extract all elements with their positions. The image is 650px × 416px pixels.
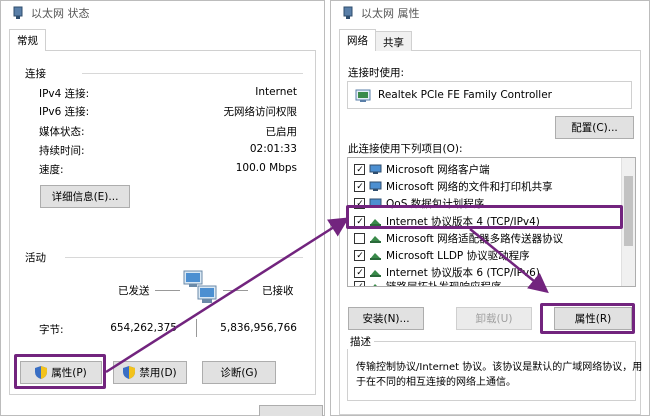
network-adapter-icon <box>343 6 353 19</box>
list-item-label: Microsoft 网络适配器多路传送器协议 <box>386 233 564 245</box>
network-card-icon <box>355 89 371 102</box>
network-client-icon <box>369 164 382 174</box>
list-item-label: QoS 数据包计划程序 <box>386 198 485 210</box>
protocol-icon <box>370 253 381 260</box>
bytes-separator <box>196 319 197 337</box>
network-service-icon <box>369 181 382 191</box>
protocol-icon <box>373 284 377 286</box>
protocol-icon <box>370 219 381 226</box>
sent-line <box>155 290 180 291</box>
list-item[interactable]: 链路层拓扑发现响应程序 <box>354 278 502 287</box>
checkbox[interactable] <box>354 198 365 209</box>
status-properties-label: 属性(P) <box>51 367 87 379</box>
list-item-label: Microsoft 网络的文件和打印机共享 <box>386 181 553 193</box>
diagnose-button[interactable]: 诊断(G) <box>202 361 276 384</box>
protocol-icon <box>370 270 381 277</box>
computers-icon <box>183 270 217 303</box>
bytes-received-value: 5,836,956,766 <box>220 322 297 334</box>
configure-button[interactable]: 配置(C)... <box>555 116 634 139</box>
ipv6-label: IPv6 连接: <box>39 106 90 118</box>
details-button[interactable]: 详细信息(E)... <box>40 185 130 208</box>
adapter-name: Realtek PCIe FE Family Controller <box>378 89 552 101</box>
tab-strip: 网络 共享 <box>339 29 641 52</box>
window-title: 以太网 属性 <box>361 7 420 20</box>
bytes-sent-value: 654,262,375 <box>110 322 177 334</box>
shield-icon <box>123 366 136 379</box>
divider <box>65 257 303 258</box>
checkbox[interactable] <box>354 164 365 175</box>
speed-value: 100.0 Mbps <box>235 162 297 174</box>
list-item-label: 链路层拓扑发现响应程序 <box>386 281 502 287</box>
list-item[interactable]: Microsoft 网络适配器多路传送器协议 <box>354 230 563 247</box>
description-group: 描述 传输控制协议/Internet 协议。该协议是默认的广域网络协议，用 于在… <box>347 334 642 401</box>
checkbox[interactable] <box>354 281 365 286</box>
disable-label: 禁用(D) <box>139 367 177 379</box>
adapter-box: Realtek PCIe FE Family Controller <box>347 81 632 109</box>
list-item-label: Internet 协议版本 4 (TCP/IPv4) <box>386 216 540 228</box>
items-label: 此连接使用下列项目(O): <box>348 143 463 155</box>
description-heading: 描述 <box>347 334 374 349</box>
checkbox[interactable] <box>354 267 365 278</box>
description-text-line-2: 于在不同的相互连接的网络上通信。 <box>356 377 516 388</box>
list-item-selected[interactable]: Internet 协议版本 4 (TCP/IPv4) <box>354 213 540 230</box>
network-service-icon <box>369 198 382 208</box>
general-panel: 连接 IPv4 连接: Internet IPv6 连接: 无网络访问权限 媒体… <box>9 51 316 395</box>
bytes-label: 字节: <box>39 324 64 336</box>
checkbox[interactable] <box>354 216 365 227</box>
properties-window: 以太网 属性 网络 共享 连接时使用: Realtek PCIe FE Fami… <box>330 0 650 416</box>
ipv6-value: 无网络访问权限 <box>223 106 298 118</box>
close-button-partial[interactable] <box>259 405 323 416</box>
list-item[interactable]: QoS 数据包计划程序 <box>354 195 484 212</box>
media-state-label: 媒体状态: <box>39 126 85 138</box>
tab-general[interactable]: 常规 <box>9 29 46 52</box>
activity-heading: 活动 <box>25 252 46 264</box>
tab-strip: 常规 <box>9 29 316 52</box>
checkbox[interactable] <box>354 250 365 261</box>
list-scrollbar[interactable] <box>621 158 635 286</box>
disable-button[interactable]: 禁用(D) <box>113 361 187 384</box>
speed-label: 速度: <box>39 164 64 176</box>
properties-titlebar[interactable]: 以太网 属性 <box>331 1 649 25</box>
ipv4-value: Internet <box>255 86 297 98</box>
components-list: Microsoft 网络客户端 Microsoft 网络的文件和打印机共享 Qo… <box>347 157 636 287</box>
duration-label: 持续时间: <box>39 145 85 157</box>
install-button[interactable]: 安装(N)... <box>348 307 424 330</box>
status-window: 以太网 状态 常规 连接 IPv4 连接: Internet IPv6 连接: … <box>0 0 325 416</box>
list-item-label: Microsoft 网络客户端 <box>386 164 490 176</box>
checkbox[interactable] <box>354 233 365 244</box>
sent-label: 已发送 <box>118 285 150 297</box>
network-panel: 连接时使用: Realtek PCIe FE Family Controller… <box>339 51 642 415</box>
ipv4-label: IPv4 连接: <box>39 88 90 100</box>
list-item[interactable]: Microsoft 网络的文件和打印机共享 <box>354 178 553 195</box>
duration-value: 02:01:33 <box>249 143 297 155</box>
connect-using-label: 连接时使用: <box>348 67 405 79</box>
shield-icon <box>35 366 48 379</box>
status-properties-button[interactable]: 属性(P) <box>20 361 102 384</box>
tab-sharing[interactable]: 共享 <box>375 31 412 52</box>
connection-heading: 连接 <box>25 68 46 80</box>
protocol-icon <box>370 236 381 243</box>
received-label: 已接收 <box>262 285 294 297</box>
scrollbar-thumb[interactable] <box>624 176 633 246</box>
list-item[interactable]: Microsoft 网络客户端 <box>354 161 490 178</box>
divider <box>82 73 303 74</box>
media-state-value: 已启用 <box>265 126 298 138</box>
checkbox[interactable] <box>354 181 365 192</box>
description-text-line-1: 传输控制协议/Internet 协议。该协议是默认的广域网络协议，用 <box>356 362 643 373</box>
item-properties-button[interactable]: 属性(R) <box>554 307 632 330</box>
list-item[interactable]: Microsoft LLDP 协议驱动程序 <box>354 247 530 264</box>
received-line <box>223 290 248 291</box>
window-title: 以太网 状态 <box>31 7 90 20</box>
status-titlebar[interactable]: 以太网 状态 <box>1 1 324 25</box>
uninstall-button[interactable]: 卸载(U) <box>456 307 532 330</box>
network-adapter-icon <box>13 6 23 19</box>
list-item-label: Microsoft LLDP 协议驱动程序 <box>386 250 530 262</box>
tab-network[interactable]: 网络 <box>339 29 376 52</box>
